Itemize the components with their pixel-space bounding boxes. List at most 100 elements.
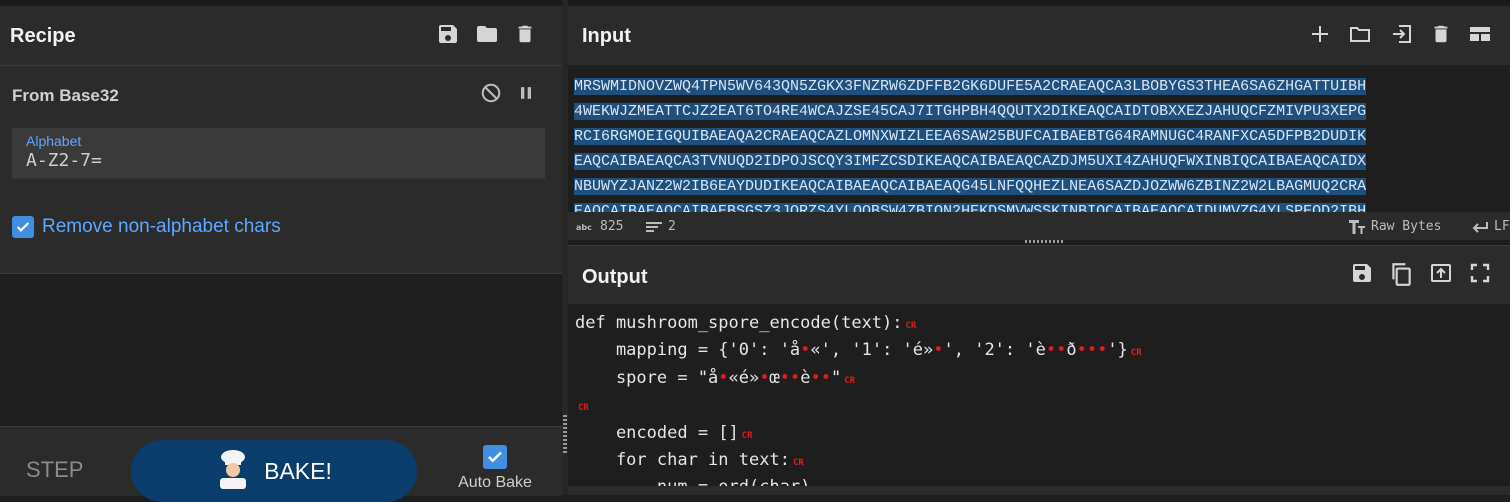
encoding-label[interactable]: Raw Bytes xyxy=(1371,219,1441,234)
auto-bake-toggle[interactable]: Auto Bake xyxy=(452,445,538,492)
alphabet-field[interactable]: Alphabet A-Z2-7= xyxy=(12,128,545,180)
code-text: spore = "å xyxy=(575,367,719,388)
code-text: è xyxy=(800,367,811,388)
carriage-return-marker: CR xyxy=(741,430,753,441)
load-file-icon[interactable] xyxy=(1388,22,1416,46)
lines-stat: 2 xyxy=(646,219,676,234)
operation-card: From Base32 Alphabet A-Z2-7= Remove non-… xyxy=(0,66,562,274)
control-char-marker: •• xyxy=(1045,340,1067,361)
alphabet-label: Alphabet xyxy=(26,133,82,149)
code-text: ð xyxy=(1066,340,1077,361)
code-text: mapping = {'0': 'å xyxy=(575,340,801,361)
output-status-bar xyxy=(568,486,1510,495)
bake-label: BAKE! xyxy=(264,457,332,484)
operation-title: From Base32 xyxy=(12,86,119,105)
lines-value: 2 xyxy=(668,219,676,234)
length-stat: abc 825 xyxy=(576,219,623,234)
code-text: '} xyxy=(1107,340,1128,361)
abc-icon: abc xyxy=(576,223,592,232)
svg-text:abc: abc xyxy=(576,223,592,232)
control-char-marker: ••• xyxy=(1076,340,1108,361)
remove-non-alphabet-label[interactable]: Remove non-alphabet chars xyxy=(42,216,281,238)
lines-icon xyxy=(646,221,662,232)
input-line: RCI6RGMOEIGQUIBAEAQA2CRAEAQCAZLOMNXWIZLE… xyxy=(574,128,1367,145)
trash-icon[interactable] xyxy=(514,22,536,46)
step-button[interactable]: STEP xyxy=(26,457,83,483)
output-line: encoded = [] CR xyxy=(575,421,1142,448)
copy-icon[interactable] xyxy=(1388,261,1414,287)
code-text: for char in text: xyxy=(575,450,790,471)
input-line: MRSWMIDNOVZWQ4TPN5WV643QN5ZGKX3FNZRW6ZDF… xyxy=(574,78,1367,95)
control-char-marker: • xyxy=(800,340,811,361)
eol-label[interactable]: LF xyxy=(1494,219,1510,234)
output-text[interactable]: def mushroom_spore_encode(text): CR mappi… xyxy=(575,311,1142,495)
control-char-marker: •• xyxy=(810,367,831,388)
input-line: NBUWYZJANZ2W2IB6EAYDUDIKEAQCAIBAEAQCAIBA… xyxy=(574,178,1367,195)
input-actions xyxy=(1308,22,1494,46)
layout-icon[interactable] xyxy=(1466,22,1494,46)
remove-non-alphabet-option[interactable]: Remove non-alphabet chars xyxy=(12,216,281,238)
disable-icon[interactable] xyxy=(480,82,502,109)
auto-bake-label: Auto Bake xyxy=(458,474,532,491)
output-line: for char in text: CR xyxy=(575,448,1142,475)
carriage-return-marker: CR xyxy=(1130,348,1142,359)
text-encoding-icon xyxy=(1349,219,1365,234)
code-text: ', '2': 'è xyxy=(943,340,1046,361)
remove-non-alphabet-checkbox[interactable] xyxy=(12,216,34,238)
bake-bar: STEP BAKE! Auto Bake xyxy=(0,426,562,502)
open-folder-icon[interactable] xyxy=(1346,22,1374,46)
recipe-panel: Recipe From Base32 Alphabet A-Z2-7= Remo… xyxy=(0,6,562,502)
maximize-icon[interactable] xyxy=(1468,261,1492,287)
input-line: 4WEKWJZMEATTCJZ2EAT6TO4RE4WCAJZSE45CAJ7I… xyxy=(574,103,1367,120)
code-text: encoded = [] xyxy=(575,422,739,443)
checkmark-icon xyxy=(488,451,502,463)
code-text: «', '1': 'é» xyxy=(810,340,934,361)
clear-input-icon[interactable] xyxy=(1430,22,1452,46)
encoding-selector[interactable]: Raw Bytes xyxy=(1349,219,1441,234)
bake-button[interactable]: BAKE! xyxy=(131,440,417,502)
auto-bake-checkbox[interactable] xyxy=(483,445,507,469)
input-text[interactable]: MRSWMIDNOVZWQ4TPN5WV643QN5ZGKX3FNZRW6ZDF… xyxy=(574,74,1502,212)
output-line: def mushroom_spore_encode(text): CR xyxy=(575,311,1142,338)
carriage-return-marker: CR xyxy=(844,375,856,386)
control-char-marker: •• xyxy=(779,367,801,388)
input-header: Input xyxy=(568,6,1510,65)
vertical-resize-handle[interactable] xyxy=(563,415,567,455)
code-text: œ xyxy=(769,367,780,388)
input-status-bar: abc 825 2 Raw Bytes LF xyxy=(568,212,1510,240)
output-line: CR xyxy=(575,393,1142,420)
checkmark-icon xyxy=(16,222,30,232)
chef-icon xyxy=(216,449,250,494)
save-output-icon[interactable] xyxy=(1350,261,1374,287)
input-textarea[interactable]: MRSWMIDNOVZWQ4TPN5WV643QN5ZGKX3FNZRW6ZDF… xyxy=(568,65,1510,212)
recipe-header: Recipe xyxy=(0,6,562,66)
code-text: " xyxy=(830,367,842,388)
control-char-marker: • xyxy=(718,367,729,388)
output-textarea[interactable]: def mushroom_spore_encode(text): CR mappi… xyxy=(568,304,1510,495)
add-tab-icon[interactable] xyxy=(1308,22,1332,46)
carriage-return-marker: CR xyxy=(905,321,917,331)
carriage-return-marker: CR xyxy=(578,403,589,414)
control-char-marker: • xyxy=(759,367,770,388)
save-icon[interactable] xyxy=(436,22,460,46)
replace-input-icon[interactable] xyxy=(1428,261,1454,287)
code-text: «é» xyxy=(728,367,760,388)
length-value: 825 xyxy=(600,219,624,234)
recipe-title: Recipe xyxy=(10,25,76,47)
code-text: def mushroom_spore_encode(text): xyxy=(575,313,903,333)
recipe-actions xyxy=(436,22,536,46)
folder-icon[interactable] xyxy=(474,22,500,46)
eol-selector[interactable]: LF xyxy=(1472,219,1510,234)
alphabet-value[interactable]: A-Z2-7= xyxy=(26,150,102,171)
output-title: Output xyxy=(582,266,648,288)
output-line: mapping = {'0': 'å•«', '1': 'é»•', '2': … xyxy=(575,338,1142,365)
input-title: Input xyxy=(582,25,631,47)
control-char-marker: • xyxy=(933,340,944,361)
input-line: EAQCAIBAEAQCA3TVNUQD2IDPOJSCQY3IMFZCSDIK… xyxy=(574,153,1367,170)
pause-icon[interactable] xyxy=(516,82,536,109)
return-arrow-icon xyxy=(1472,221,1488,233)
output-actions xyxy=(1350,261,1492,287)
horizontal-resize-handle[interactable] xyxy=(1025,240,1063,243)
output-header: Output xyxy=(568,245,1510,304)
output-line: spore = "å•«é»•œ••è••" CR xyxy=(575,366,1142,393)
